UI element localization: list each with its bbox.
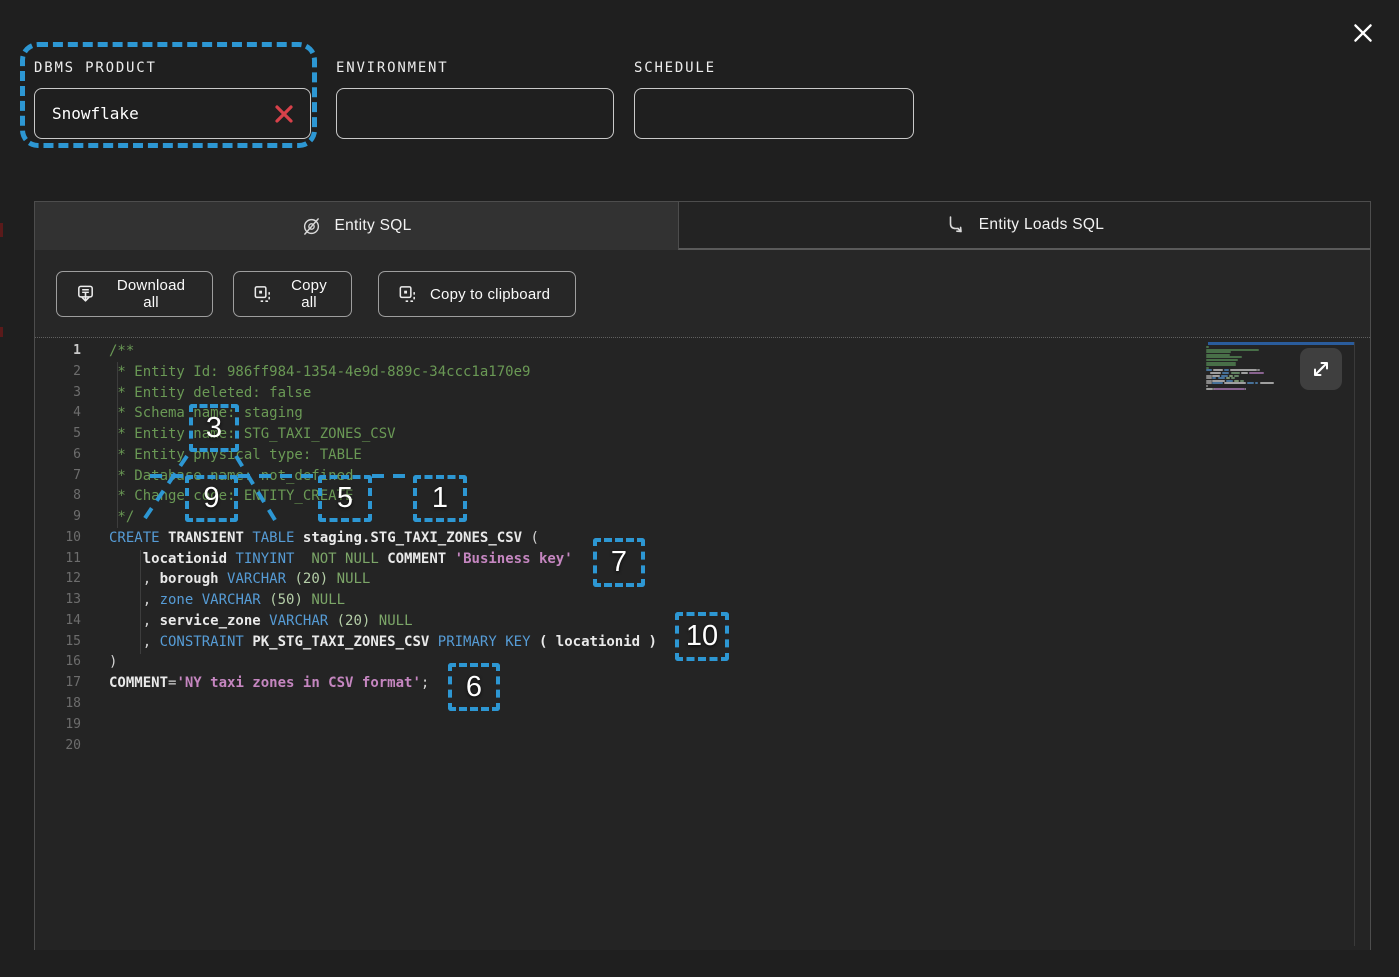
minimap-ruler-highlight [1208, 342, 1354, 345]
schedule-label: SCHEDULE [634, 60, 914, 78]
copy-all-label: Copy all [285, 277, 333, 311]
scrollbar-divider [1354, 342, 1355, 946]
code-line: 6 * Entity physical type: TABLE [35, 445, 1370, 466]
environment-label: ENVIRONMENT [336, 60, 614, 78]
code-line: 3 * Entity deleted: false [35, 383, 1370, 404]
background-app-artifact [0, 223, 3, 237]
code-line: 4 * Schema name: staging [35, 403, 1370, 424]
copy-to-clipboard-button[interactable]: Copy to clipboard [378, 271, 576, 317]
code-line: 14 , service_zone VARCHAR (20) NULL [35, 611, 1370, 632]
close-icon [1350, 20, 1376, 46]
copy-icon [397, 284, 418, 305]
code-lines: 1/**2 * Entity Id: 986ff984-1354-4e9d-88… [35, 341, 1370, 756]
copy-to-clipboard-label: Copy to clipboard [430, 286, 550, 303]
background-app-artifact [0, 327, 3, 337]
expand-icon [1309, 357, 1333, 381]
sql-code-editor[interactable]: 1/**2 * Entity Id: 986ff984-1354-4e9d-88… [35, 338, 1370, 950]
code-line: 13 , zone VARCHAR (50) NULL [35, 590, 1370, 611]
code-line: 9 */ [35, 507, 1370, 528]
code-line: 1/** [35, 341, 1370, 362]
code-line: 5 * Entity name: STG_TAXI_ZONES_CSV [35, 424, 1370, 445]
clear-icon[interactable] [272, 102, 296, 126]
environment-input[interactable] [354, 104, 599, 123]
code-line: 18 [35, 694, 1370, 715]
editor-toolbar: Download all Copy all Copy to clipboard [35, 250, 1370, 338]
load-arrow-icon [945, 214, 967, 236]
code-line: 19 [35, 715, 1370, 736]
download-all-label: Download all [108, 277, 194, 311]
code-line: 10CREATE TRANSIENT TABLE staging.STG_TAX… [35, 528, 1370, 549]
code-line: 8 * Change code: ENTITY_CREATE [35, 486, 1370, 507]
copy-icon [252, 284, 273, 305]
tab-entity-loads-sql[interactable]: Entity Loads SQL [678, 202, 1370, 250]
copy-all-button[interactable]: Copy all [233, 271, 352, 317]
minimap[interactable] [1206, 346, 1300, 392]
download-icon [75, 284, 96, 305]
schedule-field-group: SCHEDULE [634, 60, 914, 139]
code-line: 15 , CONSTRAINT PK_STG_TAXI_ZONES_CSV PR… [35, 632, 1370, 653]
code-line: 2 * Entity Id: 986ff984-1354-4e9d-889c-3… [35, 362, 1370, 383]
environment-field-group: ENVIRONMENT [336, 60, 614, 139]
code-line: 11 locationid TINYINT NOT NULL COMMENT '… [35, 549, 1370, 570]
schedule-input[interactable] [652, 104, 899, 123]
code-line: 7 * Database name: not_defined [35, 466, 1370, 487]
sql-panel: Entity SQL Entity Loads SQL Download all [34, 201, 1371, 950]
tab-bar: Entity SQL Entity Loads SQL [35, 202, 1370, 250]
dbms-product-field-group: DBMS PRODUCT [34, 60, 311, 139]
tab-entity-sql[interactable]: Entity SQL [35, 202, 678, 250]
environment-input-box[interactable] [336, 88, 614, 139]
schedule-input-box[interactable] [634, 88, 914, 139]
code-line: 16) [35, 652, 1370, 673]
dbms-product-input-box[interactable] [34, 88, 311, 139]
code-line: 20 [35, 736, 1370, 757]
code-line: 17COMMENT='NY taxi zones in CSV format'; [35, 673, 1370, 694]
dbms-product-label: DBMS PRODUCT [34, 60, 311, 78]
download-all-button[interactable]: Download all [56, 271, 213, 317]
tab-entity-loads-sql-label: Entity Loads SQL [979, 216, 1104, 234]
dbms-product-input[interactable] [52, 104, 272, 123]
tab-entity-sql-label: Entity SQL [334, 217, 411, 235]
close-button[interactable] [1348, 18, 1378, 48]
expand-editor-button[interactable] [1300, 348, 1342, 390]
entity-icon [301, 216, 322, 237]
code-line: 12 , borough VARCHAR (20) NULL [35, 569, 1370, 590]
